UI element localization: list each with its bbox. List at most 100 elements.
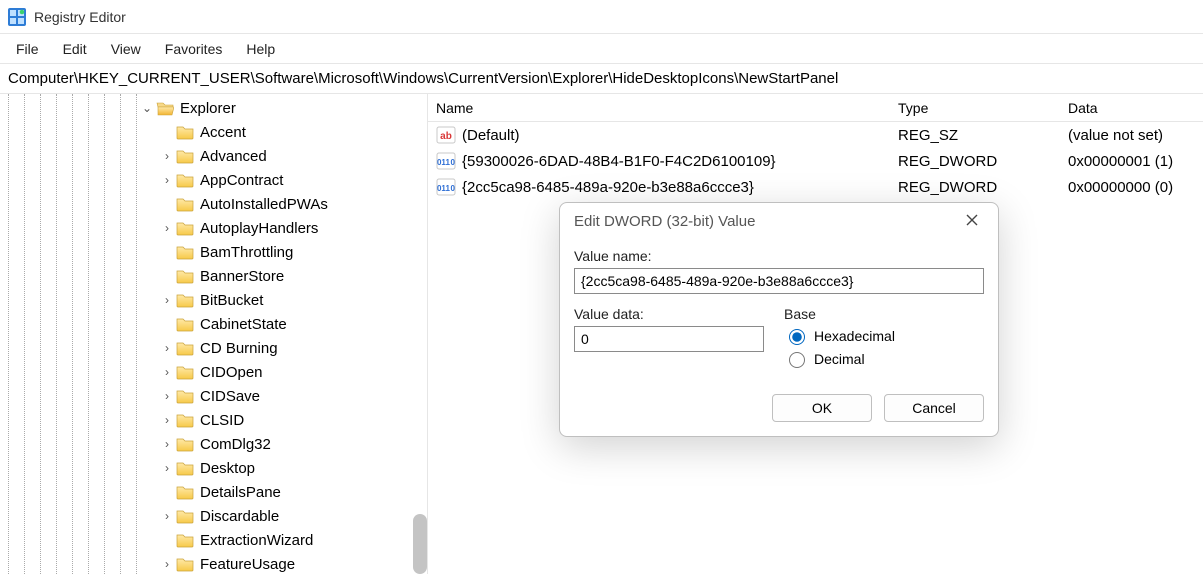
folder-icon — [176, 388, 194, 404]
value-row[interactable]: 011 0{2cc5ca98-6485-489a-920e-b3e88a6ccc… — [428, 174, 1203, 200]
tree-item-comdlg32[interactable]: ›ComDlg32 — [140, 432, 427, 456]
folder-icon — [176, 124, 194, 140]
folder-icon — [176, 196, 194, 212]
chevron-right-icon[interactable]: › — [160, 413, 174, 427]
tree-item-label: CIDOpen — [200, 364, 263, 381]
tree-item-autoplayhandlers[interactable]: › AutoplayHandlers — [140, 216, 427, 240]
radio-decimal-input[interactable] — [789, 352, 805, 368]
reg-string-icon: ab — [436, 125, 456, 145]
tree-item-label: FeatureUsage — [200, 556, 295, 573]
tree-item-label: Discardable — [200, 508, 279, 525]
value-type: REG_DWORD — [898, 153, 1068, 170]
column-header-type[interactable]: Type — [898, 100, 1068, 116]
tree-item-autoinstalledpwas[interactable]: ›AutoInstalledPWAs — [140, 192, 427, 216]
menu-edit[interactable]: Edit — [53, 37, 97, 61]
column-header-data[interactable]: Data — [1068, 100, 1203, 116]
radio-decimal[interactable]: Decimal — [784, 349, 984, 368]
chevron-right-icon[interactable]: › — [160, 293, 174, 307]
value-name: (Default) — [462, 127, 520, 144]
ok-button[interactable]: OK — [772, 394, 872, 422]
menu-help[interactable]: Help — [236, 37, 285, 61]
chevron-right-icon[interactable]: › — [160, 221, 174, 235]
value-row[interactable]: ab(Default)REG_SZ(value not set) — [428, 122, 1203, 148]
value-name-input[interactable] — [574, 268, 984, 294]
tree-item-explorer[interactable]: ⌄Explorer — [140, 96, 427, 120]
tree-item-bamthrottling[interactable]: ›BamThrottling — [140, 240, 427, 264]
chevron-right-icon[interactable]: › — [160, 557, 174, 571]
tree-item-label: ExtractionWizard — [200, 532, 313, 549]
value-data: 0x00000000 (0) — [1068, 179, 1203, 196]
tree-item-featureusage[interactable]: › FeatureUsage — [140, 552, 427, 574]
value-name-label: Value name: — [574, 248, 984, 264]
tree-item-label: Desktop — [200, 460, 255, 477]
chevron-right-icon[interactable]: › — [160, 461, 174, 475]
tree-item-label: AppContract — [200, 172, 283, 189]
tree-item-label: AutoplayHandlers — [200, 220, 318, 237]
radio-hexadecimal-label: Hexadecimal — [814, 328, 895, 344]
tree-item-cidsave[interactable]: › CIDSave — [140, 384, 427, 408]
chevron-right-icon[interactable]: › — [160, 389, 174, 403]
tree-item-accent[interactable]: ›Accent — [140, 120, 427, 144]
value-name: {59300026-6DAD-48B4-B1F0-F4C2D6100109} — [462, 153, 776, 170]
folder-icon — [176, 412, 194, 428]
svg-text:011 0: 011 0 — [437, 184, 456, 193]
chevron-right-icon[interactable]: › — [160, 509, 174, 523]
radio-decimal-label: Decimal — [814, 351, 865, 367]
tree-item-clsid[interactable]: ›CLSID — [140, 408, 427, 432]
values-pane: Name Type Data ab(Default)REG_SZ(value n… — [428, 94, 1203, 574]
tree-item-cd-burning[interactable]: › CD Burning — [140, 336, 427, 360]
reg-dword-icon: 011 0 — [436, 177, 456, 197]
svg-text:ab: ab — [440, 131, 452, 142]
chevron-right-icon[interactable]: › — [160, 149, 174, 163]
folder-icon — [176, 292, 194, 308]
dialog-title: Edit DWORD (32-bit) Value — [574, 213, 755, 230]
edit-dword-dialog: Edit DWORD (32-bit) Value Value name: Va… — [559, 202, 999, 437]
menu-view[interactable]: View — [101, 37, 151, 61]
menu-file[interactable]: File — [6, 37, 49, 61]
tree-scrollbar-thumb[interactable] — [413, 514, 427, 574]
tree-item-detailspane[interactable]: ›DetailsPane — [140, 480, 427, 504]
tree-item-extractionwizard[interactable]: ›ExtractionWizard — [140, 528, 427, 552]
tree-item-desktop[interactable]: › Desktop — [140, 456, 427, 480]
tree-item-label: AutoInstalledPWAs — [200, 196, 328, 213]
tree-item-advanced[interactable]: › Advanced — [140, 144, 427, 168]
cancel-button[interactable]: Cancel — [884, 394, 984, 422]
tree-item-label: CabinetState — [200, 316, 287, 333]
tree-item-appcontract[interactable]: › AppContract — [140, 168, 427, 192]
menu-favorites[interactable]: Favorites — [155, 37, 233, 61]
folder-icon — [176, 316, 194, 332]
dialog-close-button[interactable] — [960, 213, 984, 230]
value-row[interactable]: 011 0 {59300026-6DAD-48B4-B1F0-F4C2D61001… — [428, 148, 1203, 174]
folder-icon — [176, 244, 194, 260]
tree-item-bitbucket[interactable]: ›BitBucket — [140, 288, 427, 312]
value-data-label: Value data: — [574, 306, 764, 322]
column-header-name[interactable]: Name — [428, 100, 898, 116]
value-type: REG_DWORD — [898, 179, 1068, 196]
tree-item-discardable[interactable]: › Discardable — [140, 504, 427, 528]
tree-item-bannerstore[interactable]: ›BannerStore — [140, 264, 427, 288]
folder-icon — [176, 340, 194, 356]
value-data-input[interactable] — [574, 326, 764, 352]
value-data: 0x00000001 (1) — [1068, 153, 1203, 170]
value-data: (value not set) — [1068, 127, 1203, 144]
tree-item-cidopen[interactable]: › CIDOpen — [140, 360, 427, 384]
chevron-right-icon[interactable]: › — [160, 341, 174, 355]
svg-text:011 0: 011 0 — [437, 158, 456, 167]
tree-item-cabinetstate[interactable]: ›CabinetState — [140, 312, 427, 336]
chevron-right-icon[interactable]: › — [160, 437, 174, 451]
folder-icon — [176, 508, 194, 524]
folder-icon — [176, 532, 194, 548]
tree-item-label: Advanced — [200, 148, 267, 165]
tree-item-label: CD Burning — [200, 340, 278, 357]
address-bar[interactable]: Computer\HKEY_CURRENT_USER\Software\Micr… — [0, 64, 1203, 94]
radio-hexadecimal-input[interactable] — [789, 329, 805, 345]
tree-item-label: CIDSave — [200, 388, 260, 405]
folder-icon — [176, 460, 194, 476]
folder-icon — [176, 484, 194, 500]
titlebar: Registry Editor — [0, 0, 1203, 34]
radio-hexadecimal[interactable]: Hexadecimal — [784, 326, 984, 345]
chevron-right-icon[interactable]: › — [160, 173, 174, 187]
chevron-right-icon[interactable]: › — [160, 365, 174, 379]
tree-pane[interactable]: ⌄Explorer›Accent›Advanced›AppContract›Au… — [0, 94, 428, 574]
chevron-down-icon[interactable]: ⌄ — [140, 101, 154, 115]
